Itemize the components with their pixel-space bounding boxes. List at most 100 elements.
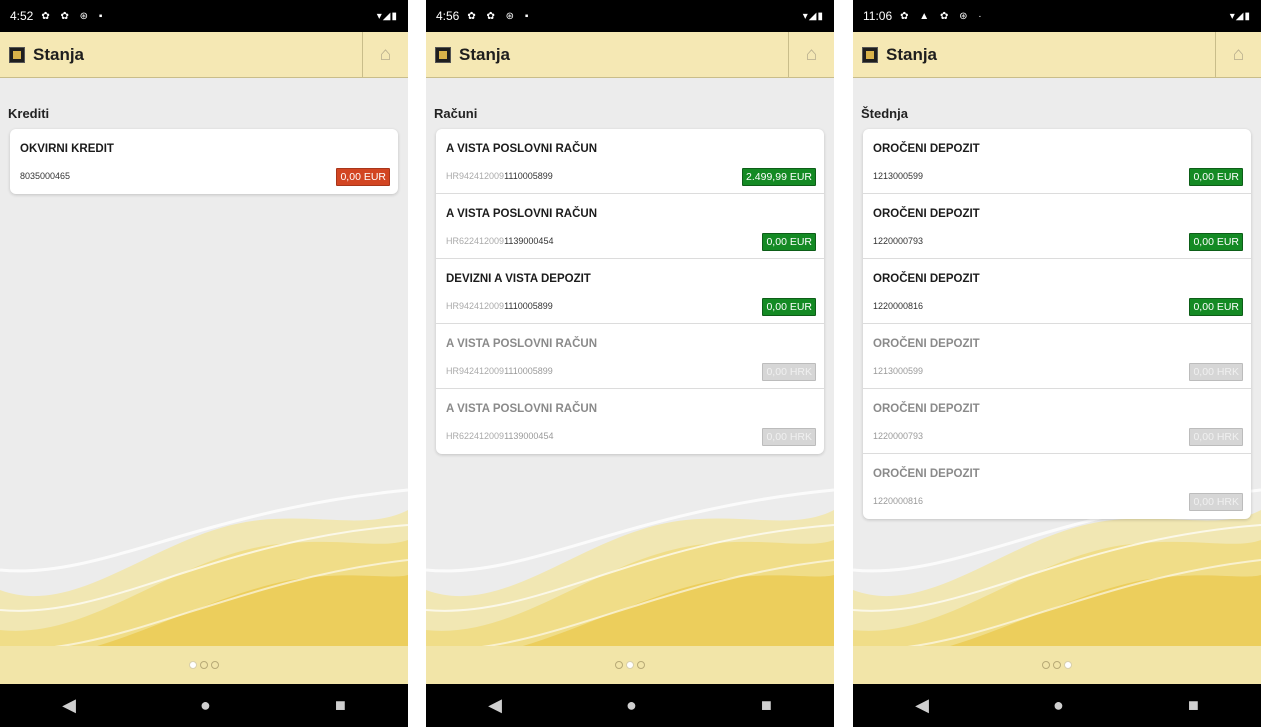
page-title: Stanja — [459, 44, 511, 64]
app-bar: Stanja ⌂ — [0, 32, 408, 78]
bank-logo-icon — [9, 46, 25, 63]
account-name: OROČENI DEPOZIT — [873, 273, 980, 285]
status-time: 11:06 — [863, 9, 893, 23]
account-name: OROČENI DEPOZIT — [873, 403, 980, 415]
home-button[interactable]: ⌂ — [1215, 32, 1261, 77]
section-title: Računi — [434, 106, 478, 121]
page-dot[interactable] — [1042, 661, 1050, 669]
account-number: HR6224120091139000454 — [446, 236, 553, 246]
page-dot[interactable] — [200, 661, 208, 669]
status-bar: 4:56 ✿ ✿ ⊛ ▪ ▾◢▮ — [426, 0, 834, 32]
account-prefix: HR622412009 — [446, 236, 505, 246]
page-indicator — [853, 646, 1261, 684]
account-number: 8035000465 — [20, 171, 70, 181]
account-name: OROČENI DEPOZIT — [873, 208, 980, 220]
home-circle-icon[interactable]: ● — [626, 695, 637, 716]
system-nav-bar: ◀ ● ■ — [853, 684, 1261, 727]
page-dot[interactable] — [1053, 661, 1061, 669]
account-number-main: 1213000599 — [873, 171, 924, 181]
page-indicator — [426, 646, 834, 684]
system-nav-bar: ◀ ● ■ — [0, 684, 408, 727]
account-card[interactable]: OROČENI DEPOZIT 1220000793 0,00 EUR — [863, 194, 1251, 259]
home-button[interactable]: ⌂ — [362, 32, 408, 77]
home-icon: ⌂ — [805, 43, 818, 65]
account-number: HR9424120091110005899 — [446, 301, 553, 311]
recents-square-icon[interactable]: ■ — [761, 695, 772, 716]
app-bar: Stanja ⌂ — [853, 32, 1261, 78]
account-card[interactable]: DEVIZNI A VISTA DEPOZIT HR942412009111000… — [436, 259, 824, 324]
account-card[interactable]: A VISTA POSLOVNI RAČUN HR6224120091139000… — [436, 389, 824, 454]
signal-battery-icons: ▾◢▮ — [1229, 10, 1251, 22]
account-number-main: 8035000465 — [20, 171, 71, 181]
phone-screen-savings: 11:06 ✿ ▲ ✿ ⊛ · ▾◢▮ Stanja ⌂ Štednja OROČENI D… — [853, 0, 1261, 727]
balance-badge: 0,00 EUR — [762, 233, 816, 251]
page-dot[interactable] — [189, 661, 197, 669]
page-title: Stanja — [886, 44, 938, 64]
section-title: Krediti — [8, 106, 50, 121]
recents-square-icon[interactable]: ■ — [1188, 695, 1199, 716]
account-number: 1220000816 — [873, 496, 923, 506]
page-dot[interactable] — [615, 661, 623, 669]
balance-badge: 0,00 HRK — [762, 428, 816, 446]
account-card[interactable]: OKVIRNI KREDIT 8035000465 0,00 EUR — [10, 129, 398, 194]
balance-badge: 0,00 HRK — [1189, 493, 1243, 511]
home-circle-icon[interactable]: ● — [200, 695, 211, 716]
notification-icons: ✿ ✿ ⊛ ▪ — [467, 10, 533, 22]
account-number-main: 1110005899 — [504, 301, 553, 311]
home-icon: ⌂ — [1232, 43, 1245, 65]
account-prefix: HR942412009 — [446, 171, 505, 181]
balance-badge: 2.499,99 EUR — [742, 168, 816, 186]
back-triangle-icon[interactable]: ◀ — [915, 695, 929, 716]
balance-badge: 0,00 EUR — [1189, 233, 1243, 251]
account-number: HR6224120091139000454 — [446, 431, 553, 441]
account-prefix: HR622412009 — [446, 431, 505, 441]
recents-square-icon[interactable]: ■ — [335, 695, 346, 716]
account-card[interactable]: OROČENI DEPOZIT 1213000599 0,00 HRK — [863, 324, 1251, 389]
account-card[interactable]: OROČENI DEPOZIT 1213000599 0,00 EUR — [863, 129, 1251, 194]
account-prefix: HR942412009 — [446, 301, 505, 311]
bank-logo-icon — [435, 46, 451, 63]
account-card[interactable]: A VISTA POSLOVNI RAČUN HR9424120091110005… — [436, 324, 824, 389]
balance-badge: 0,00 EUR — [336, 168, 390, 186]
signal-battery-icons: ▾◢▮ — [376, 10, 398, 22]
account-name: OROČENI DEPOZIT — [873, 143, 980, 155]
account-number: HR9424120091110005899 — [446, 366, 553, 376]
page-dot[interactable] — [626, 661, 634, 669]
balance-badge: 0,00 EUR — [1189, 168, 1243, 186]
system-nav-bar: ◀ ● ■ — [426, 684, 834, 727]
status-time: 4:52 — [10, 9, 34, 23]
page-dot[interactable] — [637, 661, 645, 669]
account-number-main: 1220000793 — [873, 431, 924, 441]
account-card[interactable]: OROČENI DEPOZIT 1220000816 0,00 HRK — [863, 454, 1251, 519]
page-dot[interactable] — [211, 661, 219, 669]
status-time: 4:56 — [436, 9, 460, 23]
notification-icons: ✿ ▲ ✿ ⊛ · — [900, 10, 986, 22]
back-triangle-icon[interactable]: ◀ — [62, 695, 76, 716]
home-icon: ⌂ — [379, 43, 392, 65]
back-triangle-icon[interactable]: ◀ — [488, 695, 502, 716]
account-name: A VISTA POSLOVNI RAČUN — [446, 338, 597, 350]
page-title: Stanja — [33, 44, 85, 64]
account-card[interactable]: OROČENI DEPOZIT 1220000793 0,00 HRK — [863, 389, 1251, 454]
phone-screen-accounts: 4:56 ✿ ✿ ⊛ ▪ ▾◢▮ Stanja ⌂ Računi A VISTA POSLO… — [426, 0, 834, 727]
account-name: OKVIRNI KREDIT — [20, 143, 114, 155]
account-list: A VISTA POSLOVNI RAČUN HR9424120091110005… — [436, 129, 824, 454]
page-dot[interactable] — [1064, 661, 1072, 669]
account-list: OROČENI DEPOZIT 1213000599 0,00 EUR OROČENI… — [863, 129, 1251, 519]
account-number: 1220000793 — [873, 431, 923, 441]
home-button[interactable]: ⌂ — [788, 32, 834, 77]
account-card[interactable]: OROČENI DEPOZIT 1220000816 0,00 EUR — [863, 259, 1251, 324]
bank-logo-icon — [862, 46, 878, 63]
phone-screen-loans: 4:52 ✿ ✿ ⊛ ▪ ▾◢▮ Stanja ⌂ Krediti OKVIRNI KRED… — [0, 0, 408, 727]
account-card[interactable]: A VISTA POSLOVNI RAČUN HR9424120091110005… — [436, 129, 824, 194]
account-number-main: 1213000599 — [873, 366, 924, 376]
account-number-main: 1139000454 — [504, 431, 554, 441]
home-circle-icon[interactable]: ● — [1053, 695, 1064, 716]
section-title: Štednja — [861, 106, 908, 121]
account-name: DEVIZNI A VISTA DEPOZIT — [446, 273, 591, 285]
account-card[interactable]: A VISTA POSLOVNI RAČUN HR6224120091139000… — [436, 194, 824, 259]
balance-badge: 0,00 HRK — [762, 363, 816, 381]
account-number-main: 1139000454 — [504, 236, 554, 246]
account-number-main: 1110005899 — [504, 366, 553, 376]
account-name: OROČENI DEPOZIT — [873, 468, 980, 480]
